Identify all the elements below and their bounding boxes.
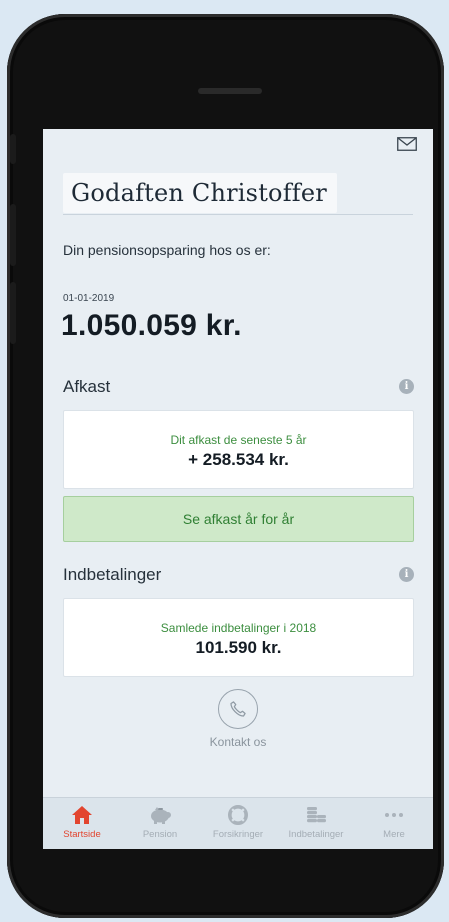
tab-label: Startside <box>63 829 101 840</box>
greeting-title: Godaften Christoffer <box>63 173 337 213</box>
more-icon <box>385 813 403 817</box>
tab-label: Forsikringer <box>212 829 264 840</box>
savings-intro-text: Din pensionsopsparing hos os er: <box>63 242 271 258</box>
contact-button[interactable]: Kontakt os <box>43 689 433 749</box>
indbetalinger-card: Samlede indbetalinger i 2018 101.590 kr. <box>63 598 414 677</box>
indbetalinger-card-value: 101.590 kr. <box>195 638 282 657</box>
indbetalinger-info-icon[interactable]: i <box>399 567 414 582</box>
lifebuoy-icon <box>228 805 248 825</box>
tab-label: Indbetalinger <box>288 829 344 840</box>
coins-icon <box>307 807 326 823</box>
piggy-bank-icon <box>151 807 171 824</box>
tab-label: Mere <box>383 829 405 840</box>
afkast-per-year-button[interactable]: Se afkast år for år <box>63 496 414 542</box>
tab-startside[interactable]: Startside <box>43 798 121 849</box>
balance-date: 01-01-2019 <box>63 293 115 304</box>
indbetalinger-card-label: Samlede indbetalinger i 2018 <box>160 621 317 635</box>
phone-icon <box>218 689 258 729</box>
bottom-tab-bar: Startside Pension Forsikringer Indbetali… <box>43 797 433 849</box>
afkast-card-value: + 258.534 kr. <box>188 450 289 469</box>
phone-frame: Godaften Christoffer Din pensionsopspari… <box>7 14 444 918</box>
home-icon <box>72 806 92 824</box>
afkast-card-label: Dit afkast de seneste 5 år <box>170 433 307 447</box>
tab-indbetalinger[interactable]: Indbetalinger <box>277 798 355 849</box>
afkast-section-title: Afkast <box>63 377 111 396</box>
mute-switch <box>10 134 16 164</box>
afkast-card: Dit afkast de seneste 5 år + 258.534 kr. <box>63 410 414 489</box>
savings-amount: 1.050.059 kr. <box>61 309 242 342</box>
tab-forsikringer[interactable]: Forsikringer <box>199 798 277 849</box>
contact-label: Kontakt os <box>209 735 267 749</box>
divider <box>63 214 413 215</box>
volume-up-button <box>10 204 16 266</box>
app-screen: Godaften Christoffer Din pensionsopspari… <box>43 129 433 849</box>
mail-icon[interactable] <box>397 137 417 151</box>
indbetalinger-section-title: Indbetalinger <box>63 565 162 584</box>
earpiece-speaker <box>198 88 262 94</box>
volume-down-button <box>10 282 16 344</box>
afkast-info-icon[interactable]: i <box>399 379 414 394</box>
tab-mere[interactable]: Mere <box>355 798 433 849</box>
tab-label: Pension <box>142 829 178 840</box>
tab-pension[interactable]: Pension <box>121 798 199 849</box>
